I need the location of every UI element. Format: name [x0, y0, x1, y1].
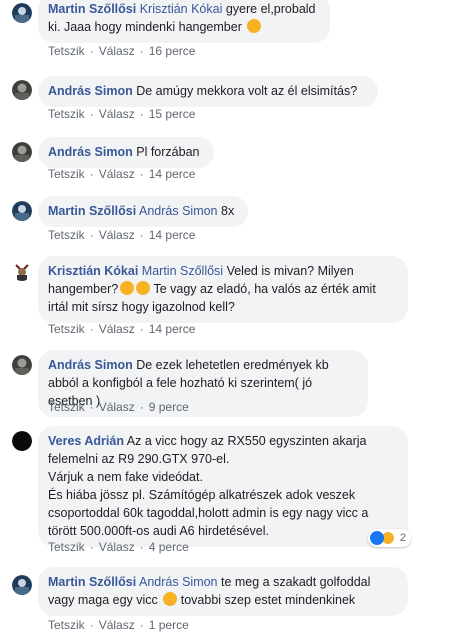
comment-actions: Tetszik · Válasz · 15 perce: [48, 107, 196, 121]
like-link[interactable]: Tetszik: [48, 228, 85, 242]
comment-time[interactable]: 15 perce: [149, 107, 196, 121]
like-link[interactable]: Tetszik: [48, 618, 85, 632]
like-link[interactable]: Tetszik: [48, 167, 85, 181]
comment-text: tovabbi szep estet mindenkinek: [180, 593, 356, 607]
mention-link[interactable]: András Simon: [139, 204, 218, 218]
comment-actions: Tetszik · Válasz · 1 perce: [48, 618, 189, 632]
reply-link[interactable]: Válasz: [99, 44, 135, 58]
sad-face-emoji: [247, 19, 262, 33]
avatar[interactable]: [12, 261, 32, 281]
comment-time[interactable]: 14 perce: [149, 228, 196, 242]
comment-time[interactable]: 16 perce: [149, 44, 196, 58]
comment-bubble: Martin Szőllősi András Simon te meg a sz…: [38, 567, 408, 616]
comment-actions: Tetszik · Válasz · 14 perce: [48, 322, 196, 336]
reaction-count: 2: [399, 532, 406, 544]
like-reaction-icon: [369, 531, 384, 545]
like-link[interactable]: Tetszik: [48, 400, 85, 414]
comment-actions: Tetszik · Válasz · 4 perce: [48, 540, 189, 554]
reaction-summary[interactable]: 2: [367, 529, 411, 547]
comment-bubble: Martin Szőllősi András Simon 8x: [38, 196, 248, 227]
comment-author[interactable]: Martin Szőllősi: [48, 2, 136, 16]
comment-bubble: Martin Szőllősi Krisztián Kókai gyere el…: [38, 0, 330, 43]
mention-link[interactable]: Krisztián Kókai: [140, 2, 223, 16]
comment-author[interactable]: Veres Adrián: [48, 434, 124, 448]
reply-link[interactable]: Válasz: [99, 228, 135, 242]
comment-author[interactable]: András Simon: [48, 358, 133, 372]
comment-time[interactable]: 4 perce: [149, 540, 189, 554]
comment-text: Pl forzában: [136, 145, 200, 159]
comment-author[interactable]: Martin Szőllősi: [48, 575, 136, 589]
comment-bubble: Krisztián Kókai Martin Szőllősi Veled is…: [38, 256, 408, 323]
avatar[interactable]: [12, 575, 32, 595]
reply-link[interactable]: Válasz: [99, 618, 135, 632]
comment-text: És hiába jössz pl. Számítógép alkatrésze…: [48, 488, 369, 538]
rofl-emoji: [120, 281, 135, 295]
comment-author[interactable]: Krisztián Kókai: [48, 264, 138, 278]
avatar[interactable]: [12, 355, 32, 375]
comment-time[interactable]: 1 perce: [149, 618, 189, 632]
smile-emoji: [163, 592, 178, 606]
mention-link[interactable]: András Simon: [139, 575, 218, 589]
reply-link[interactable]: Válasz: [99, 322, 135, 336]
avatar[interactable]: [12, 201, 32, 221]
comment-actions: Tetszik · Válasz · 14 perce: [48, 228, 196, 242]
reply-link[interactable]: Válasz: [99, 540, 135, 554]
comment-actions: Tetszik · Válasz · 9 perce: [48, 400, 189, 414]
comment-time[interactable]: 14 perce: [149, 167, 196, 181]
like-link[interactable]: Tetszik: [48, 107, 85, 121]
mention-link[interactable]: Martin Szőllősi: [142, 264, 223, 278]
reply-link[interactable]: Válasz: [99, 400, 135, 414]
comment-author[interactable]: Martin Szőllősi: [48, 204, 136, 218]
comment-author[interactable]: András Simon: [48, 84, 133, 98]
avatar[interactable]: [12, 431, 32, 451]
comment-actions: Tetszik · Válasz · 16 perce: [48, 44, 196, 58]
comment-bubble: András Simon Pl forzában: [38, 137, 214, 168]
avatar[interactable]: [12, 142, 32, 162]
comment-text: De amúgy mekkora volt az él elsimítás?: [136, 84, 358, 98]
rofl-emoji: [136, 281, 151, 295]
comment-text: Várjuk a nem fake videódat.: [48, 470, 203, 484]
avatar[interactable]: [12, 3, 32, 23]
comment-text: 8x: [221, 204, 235, 218]
reply-link[interactable]: Válasz: [99, 107, 135, 121]
avatar[interactable]: [12, 80, 32, 100]
reply-link[interactable]: Válasz: [99, 167, 135, 181]
comment-thread: Martin Szőllősi Krisztián Kókai gyere el…: [0, 0, 450, 640]
comment-time[interactable]: 9 perce: [149, 400, 189, 414]
comment-author[interactable]: András Simon: [48, 145, 133, 159]
comment-bubble: András Simon De amúgy mekkora volt az él…: [38, 76, 378, 107]
comment-bubble: Veres Adrián Az a vicc hogy az RX550 egy…: [38, 426, 408, 547]
comment-actions: Tetszik · Válasz · 14 perce: [48, 167, 196, 181]
like-link[interactable]: Tetszik: [48, 44, 85, 58]
comment-time[interactable]: 14 perce: [149, 322, 196, 336]
like-link[interactable]: Tetszik: [48, 540, 85, 554]
like-link[interactable]: Tetszik: [48, 322, 85, 336]
